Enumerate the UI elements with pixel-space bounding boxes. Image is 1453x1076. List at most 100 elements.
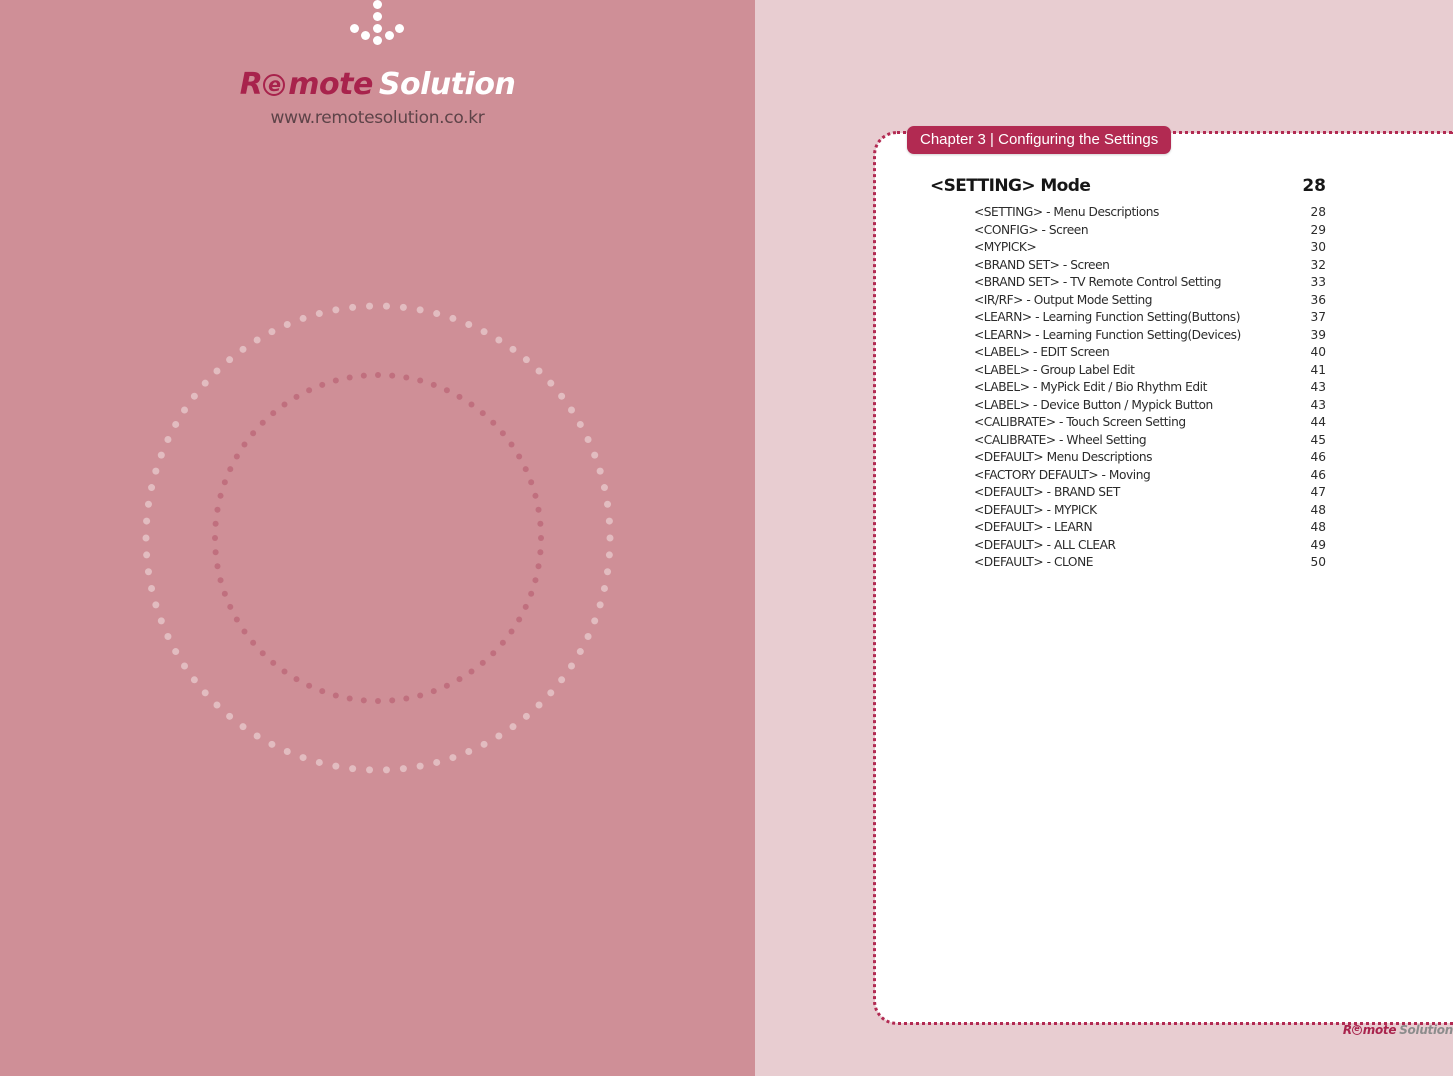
ring-dot [346, 374, 353, 381]
toc-entry[interactable]: <IR/RF> - Output Mode Setting 36 [930, 293, 1326, 311]
toc-entry[interactable]: <LEARN> - Learning Function Setting(Devi… [930, 328, 1326, 346]
toc-entry[interactable]: <LEARN> - Learning Function Setting(Butt… [930, 310, 1326, 328]
toc-entry[interactable]: <CONFIG> - Screen 29 [930, 223, 1326, 241]
ring-dot [576, 648, 584, 656]
ring-dot [448, 314, 456, 322]
toc-entry-label: <BRAND SET> - Screen [974, 257, 1110, 272]
ring-dot [600, 584, 608, 592]
logo-circled-e-icon: e [262, 70, 288, 100]
toc-entry-label: <LABEL> - EDIT Screen [974, 345, 1110, 359]
toc-entry[interactable]: <CALIBRATE> - Touch Screen Setting 44 [930, 415, 1326, 433]
toc-entry-page: 36 [1310, 292, 1326, 307]
ring-dot [147, 584, 155, 592]
ring-dot [213, 563, 220, 570]
toc-entry[interactable]: <BRAND SET> - TV Remote Control Setting 3… [930, 275, 1326, 293]
toc-entry-page: 37 [1310, 310, 1326, 324]
left-page: Re mote Solution www.remotesolution.co.kr [0, 0, 755, 1076]
toc-entry-page: 44 [1310, 415, 1326, 429]
ring-dot [171, 648, 179, 656]
ring-dot [600, 484, 608, 492]
footer-logo-letter-e: e [1354, 1024, 1360, 1033]
ring-dot [171, 420, 179, 428]
ring-dot [267, 740, 275, 748]
footer-logo-letter-r: R [1342, 1023, 1352, 1037]
ring-dot [399, 765, 407, 773]
ring-dot [402, 695, 409, 702]
ring-dot [590, 617, 598, 625]
ring-dot [305, 682, 312, 689]
toc-entry[interactable]: <FACTORY DEFAULT> - Moving 46 [930, 468, 1326, 486]
toc-entry-label: <LABEL> - Device Button / Mypick Button [974, 397, 1213, 412]
ring-dot [315, 310, 323, 318]
toc-entry[interactable]: <LABEL> - MyPick Edit / Bio Rhythm Edit 4… [930, 380, 1326, 398]
toc-entry[interactable]: <DEFAULT> - LEARN 48 [930, 520, 1326, 538]
ring-dot [360, 697, 367, 704]
toc-entry[interactable]: <BRAND SET> - Screen 32 [930, 258, 1326, 276]
ring-dot [522, 356, 530, 364]
ring-dot [515, 453, 522, 460]
toc-entry-label: <DEFAULT> - LEARN [974, 520, 1093, 534]
toc-entry[interactable]: <DEFAULT> - CLONE 50 [930, 555, 1326, 573]
toc-entry-label: <DEFAULT> - BRAND SET [974, 485, 1120, 499]
toc-entry-page: 46 [1310, 467, 1326, 482]
ring-dot [305, 387, 312, 394]
ring-dot [536, 549, 543, 556]
toc-entry[interactable]: <LABEL> - Device Button / Mypick Button 4… [930, 398, 1326, 416]
toc-entry[interactable]: <SETTING> - Menu Descriptions 28 [930, 205, 1326, 223]
ring-dot [365, 766, 373, 774]
ring-dot [605, 517, 613, 525]
arrow-dot [360, 31, 370, 40]
ring-dot [430, 381, 437, 388]
toc-entry-label: <DEFAULT> - MYPICK [974, 502, 1097, 517]
toc-entry-label: <LABEL> - MyPick Edit / Bio Rhythm Edit [974, 380, 1207, 394]
ring-dot [269, 410, 276, 417]
toc-entry-label: <CALIBRATE> - Wheel Setting [974, 432, 1147, 447]
toc-entry-list: <SETTING> - Menu Descriptions 28 <CONFIG> … [930, 205, 1326, 573]
toc-entry[interactable]: <LABEL> - EDIT Screen 40 [930, 345, 1326, 363]
ring-dot [536, 520, 543, 527]
ring-dot [360, 372, 367, 379]
toc-entry-page: 46 [1310, 450, 1326, 464]
ring-dot [239, 345, 247, 353]
ring-dot [537, 535, 544, 541]
toc-heading-row: <SETTING> Mode 28 [930, 176, 1326, 196]
toc-entry[interactable]: <LABEL> - Group Label Edit 41 [930, 363, 1326, 381]
ring-dot [163, 632, 171, 640]
ring-dot [546, 379, 554, 387]
ring-dot [535, 367, 543, 375]
remote-solution-logo: Re mote Solution [0, 70, 755, 100]
ring-dot [432, 310, 440, 318]
ring-dot [142, 534, 149, 542]
toc-entry[interactable]: <DEFAULT> - BRAND SET 47 [930, 485, 1326, 503]
ring-dot [331, 762, 339, 770]
toc-entry[interactable]: <DEFAULT> - MYPICK 48 [930, 503, 1326, 521]
toc-entry[interactable]: <MYPICK> 30 [930, 240, 1326, 258]
ring-dot [151, 467, 159, 475]
toc-entry-label: <DEFAULT> - ALL CLEAR [974, 537, 1116, 552]
arrow-dot [372, 24, 382, 33]
ring-dot [190, 676, 198, 684]
ring-dot [190, 392, 198, 400]
ring-dot [213, 506, 220, 513]
toc-entry[interactable]: <CALIBRATE> - Wheel Setting 45 [930, 433, 1326, 451]
ring-dot [269, 659, 276, 666]
logo-text-mote: mote [288, 67, 373, 102]
ring-dot [180, 662, 188, 670]
ring-dot [332, 377, 339, 384]
ring-dot [151, 601, 159, 609]
toc-entry-label: <LABEL> - Group Label Edit [974, 362, 1135, 377]
ring-dot [259, 419, 266, 426]
toc-entry[interactable]: <DEFAULT> - ALL CLEAR 49 [930, 538, 1326, 556]
down-arrow-dots-icon [348, 0, 408, 48]
footer-logo-text-solution: Solution [1399, 1023, 1453, 1037]
ring-dot [332, 692, 339, 699]
ring-dot [217, 577, 224, 584]
toc-entry[interactable]: <DEFAULT> Menu Descriptions 46 [930, 450, 1326, 468]
toc-entry-label: <DEFAULT> - CLONE [974, 555, 1093, 569]
ring-dot [467, 401, 474, 408]
ring-dot [546, 689, 554, 697]
ring-dot [456, 393, 462, 400]
ring-dot [318, 688, 325, 695]
ring-dot [508, 345, 516, 353]
ring-dot [508, 628, 515, 635]
